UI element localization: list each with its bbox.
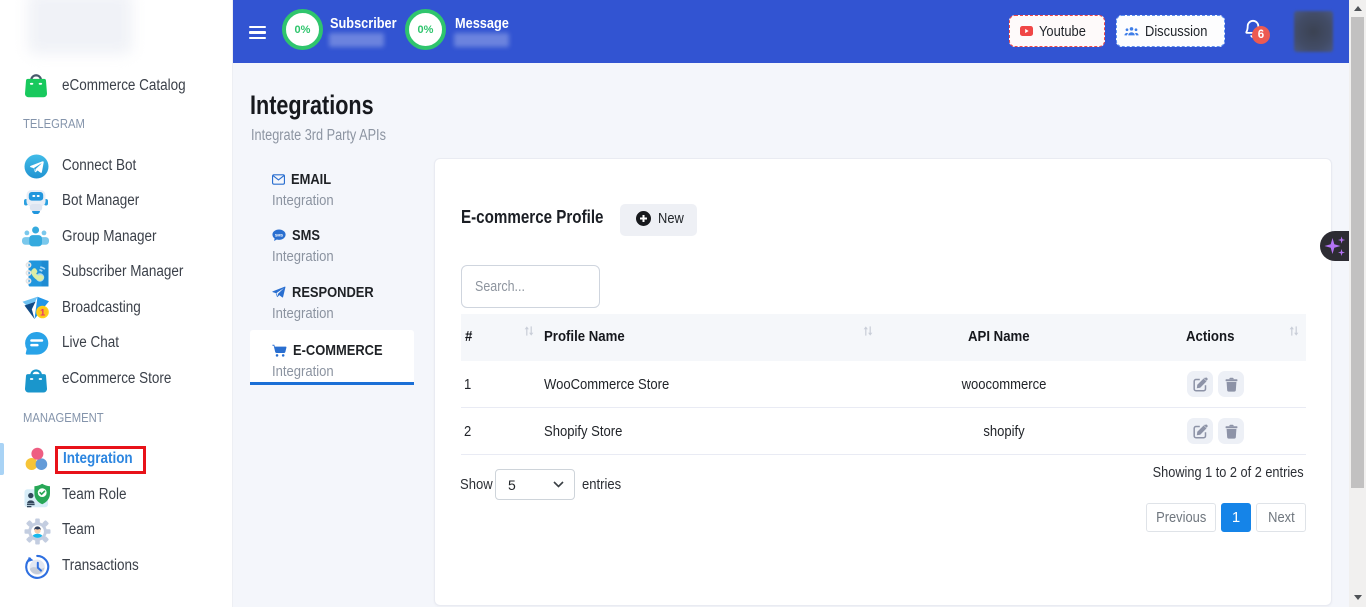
svg-text:1: 1 [40, 307, 45, 317]
svg-text:SMS: SMS [275, 234, 284, 238]
